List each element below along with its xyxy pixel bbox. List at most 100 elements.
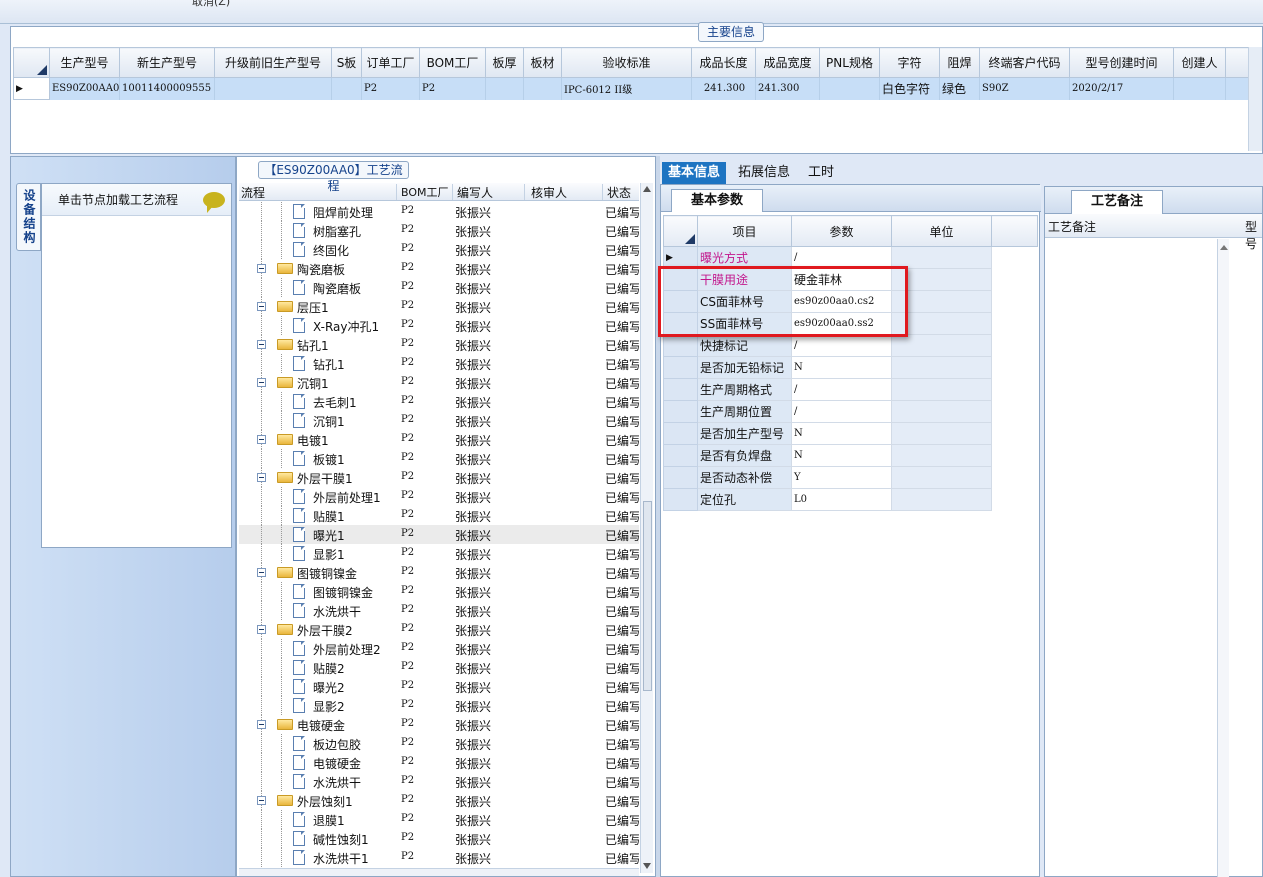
col-status[interactable]: 状态 (605, 184, 639, 200)
main-cell[interactable]: 10011400009555 (119, 77, 215, 100)
param-unit[interactable] (891, 246, 992, 269)
param-row[interactable]: CS面菲林号 es90z00aa0.cs2 (663, 290, 1038, 313)
main-cell[interactable] (331, 77, 362, 100)
param-value[interactable]: / (791, 246, 892, 269)
param-unit[interactable] (891, 268, 992, 291)
main-col-header[interactable]: BOM工厂 (419, 47, 486, 78)
param-unit[interactable] (891, 466, 992, 489)
collapse-icon[interactable] (257, 720, 266, 729)
main-cell[interactable]: S90Z (979, 77, 1070, 100)
main-col-header[interactable]: S板 (331, 47, 362, 78)
process-tree-hscrollbar[interactable] (239, 868, 639, 876)
param-row-indicator[interactable] (663, 290, 698, 313)
scroll-up-icon[interactable] (643, 186, 651, 192)
param-value[interactable]: N (791, 422, 892, 445)
grid-corner[interactable] (13, 47, 50, 78)
param-value[interactable]: Y (791, 466, 892, 489)
collapse-icon[interactable] (257, 435, 266, 444)
process-tree-row[interactable]: 显影2 P2 张振兴 已编写 (239, 696, 639, 715)
param-row[interactable]: 生产周期位置 / (663, 400, 1038, 423)
param-unit[interactable] (891, 312, 992, 335)
param-row-indicator[interactable]: ▶ (663, 246, 698, 269)
process-tree-row[interactable]: 碱性蚀刻1 P2 张振兴 已编写 (239, 829, 639, 848)
process-tree-row[interactable]: 电镀1 P2 张振兴 已编写 (239, 430, 639, 449)
main-cell[interactable]: P2 (361, 77, 420, 100)
main-col-header[interactable]: 生产型号 (49, 47, 120, 78)
process-tree-row[interactable]: 电镀硬金 P2 张振兴 已编写 (239, 715, 639, 734)
col-flow[interactable]: 流程 (239, 184, 397, 200)
param-row[interactable]: 干膜用途 硬金菲林 (663, 268, 1038, 291)
main-col-header[interactable]: 验收标准 (561, 47, 692, 78)
param-unit[interactable] (891, 290, 992, 313)
param-row[interactable]: 是否加无铅标记 N (663, 356, 1038, 379)
scroll-thumb[interactable] (643, 501, 652, 691)
param-unit[interactable] (891, 444, 992, 467)
collapse-icon[interactable] (257, 302, 266, 311)
param-value[interactable]: 硬金菲林 (791, 268, 892, 291)
main-cell[interactable]: 2020/2/17 (1069, 77, 1174, 100)
param-row[interactable]: 快捷标记 / (663, 334, 1038, 357)
main-col-header[interactable]: 订单工厂 (361, 47, 420, 78)
process-tree-row[interactable]: 陶瓷磨板 P2 张振兴 已编写 (239, 278, 639, 297)
process-tree-row[interactable]: 水洗烘干1 P2 张振兴 已编写 (239, 848, 639, 867)
col-writer[interactable]: 编写人 (455, 184, 525, 200)
process-tree-row[interactable]: 外层蚀刻1 P2 张振兴 已编写 (239, 791, 639, 810)
main-col-header[interactable]: 阻焊 (939, 47, 980, 78)
param-value[interactable]: / (791, 378, 892, 401)
process-tree-row[interactable]: 沉铜1 P2 张振兴 已编写 (239, 411, 639, 430)
process-tree-row[interactable]: 钻孔1 P2 张振兴 已编写 (239, 335, 639, 354)
main-cell[interactable]: 241.300 (755, 77, 820, 100)
param-row-indicator[interactable] (663, 444, 698, 467)
main-col-header[interactable]: 板厚 (485, 47, 524, 78)
process-tree-row[interactable]: 陶瓷磨板 P2 张振兴 已编写 (239, 259, 639, 278)
param-row-indicator[interactable] (663, 422, 698, 445)
main-cell[interactable] (819, 77, 880, 100)
main-col-header[interactable]: 升级前旧生产型号 (214, 47, 332, 78)
remark-caption[interactable]: 工艺备注 (1071, 190, 1163, 214)
param-row[interactable]: 生产周期格式 / (663, 378, 1038, 401)
process-tree-row[interactable]: 退膜1 P2 张振兴 已编写 (239, 810, 639, 829)
main-col-header[interactable]: 成品宽度 (755, 47, 820, 78)
col-bom[interactable]: BOM工厂 (399, 184, 453, 200)
main-col-header[interactable]: 板材 (523, 47, 562, 78)
load-hint[interactable]: 单击节点加载工艺流程 (42, 184, 231, 216)
process-tree-row[interactable]: 贴膜2 P2 张振兴 已编写 (239, 658, 639, 677)
collapse-icon[interactable] (257, 264, 266, 273)
col-model[interactable]: 型号 (1245, 218, 1262, 252)
main-cell[interactable]: IPC-6012 II级 (561, 77, 692, 100)
cancel-button-partial[interactable]: 取消(Z) (192, 0, 230, 9)
process-tree-row[interactable]: X-Ray冲孔1 P2 张振兴 已编写 (239, 316, 639, 335)
process-tree-scrollbar[interactable] (640, 183, 653, 873)
param-row-indicator[interactable] (663, 334, 698, 357)
process-tree-row[interactable]: 图镀铜镍金 P2 张振兴 已编写 (239, 563, 639, 582)
process-tree-row[interactable]: 显影1 P2 张振兴 已编写 (239, 544, 639, 563)
tab-basic-info[interactable]: 基本信息 (662, 162, 727, 184)
process-tree-row[interactable]: 板边包胶 P2 张振兴 已编写 (239, 734, 639, 753)
main-cell[interactable] (485, 77, 524, 100)
param-unit[interactable] (891, 400, 992, 423)
process-tree-row[interactable]: 外层干膜2 P2 张振兴 已编写 (239, 620, 639, 639)
main-cell[interactable] (523, 77, 562, 100)
main-col-header[interactable]: 成品长度 (691, 47, 756, 78)
process-tree-row[interactable]: 图镀铜镍金 P2 张振兴 已编写 (239, 582, 639, 601)
col-unit[interactable]: 单位 (891, 215, 992, 247)
param-value[interactable]: / (791, 334, 892, 357)
collapse-icon[interactable] (257, 568, 266, 577)
basic-params-caption[interactable]: 基本参数 (671, 189, 763, 212)
process-tree-row[interactable]: 钻孔1 P2 张振兴 已编写 (239, 354, 639, 373)
process-tree-row[interactable]: 阻焊前处理 P2 张振兴 已编写 (239, 202, 639, 221)
main-cell[interactable]: P2 (419, 77, 486, 100)
collapse-icon[interactable] (257, 796, 266, 805)
process-tree-row[interactable]: 水洗烘干 P2 张振兴 已编写 (239, 601, 639, 620)
process-tree-row[interactable]: 曝光2 P2 张振兴 已编写 (239, 677, 639, 696)
param-value[interactable]: / (791, 400, 892, 423)
collapse-icon[interactable] (257, 340, 266, 349)
main-grid-scrollbar[interactable] (1248, 47, 1262, 151)
process-tree-row[interactable]: 水洗烘干 P2 张振兴 已编写 (239, 772, 639, 791)
col-param[interactable]: 参数 (791, 215, 892, 247)
main-col-header[interactable]: 终端客户代码 (979, 47, 1070, 78)
main-cell[interactable]: 241.300 (691, 77, 756, 100)
param-value[interactable]: N (791, 356, 892, 379)
param-unit[interactable] (891, 334, 992, 357)
remark-scrollbar[interactable] (1217, 239, 1229, 877)
